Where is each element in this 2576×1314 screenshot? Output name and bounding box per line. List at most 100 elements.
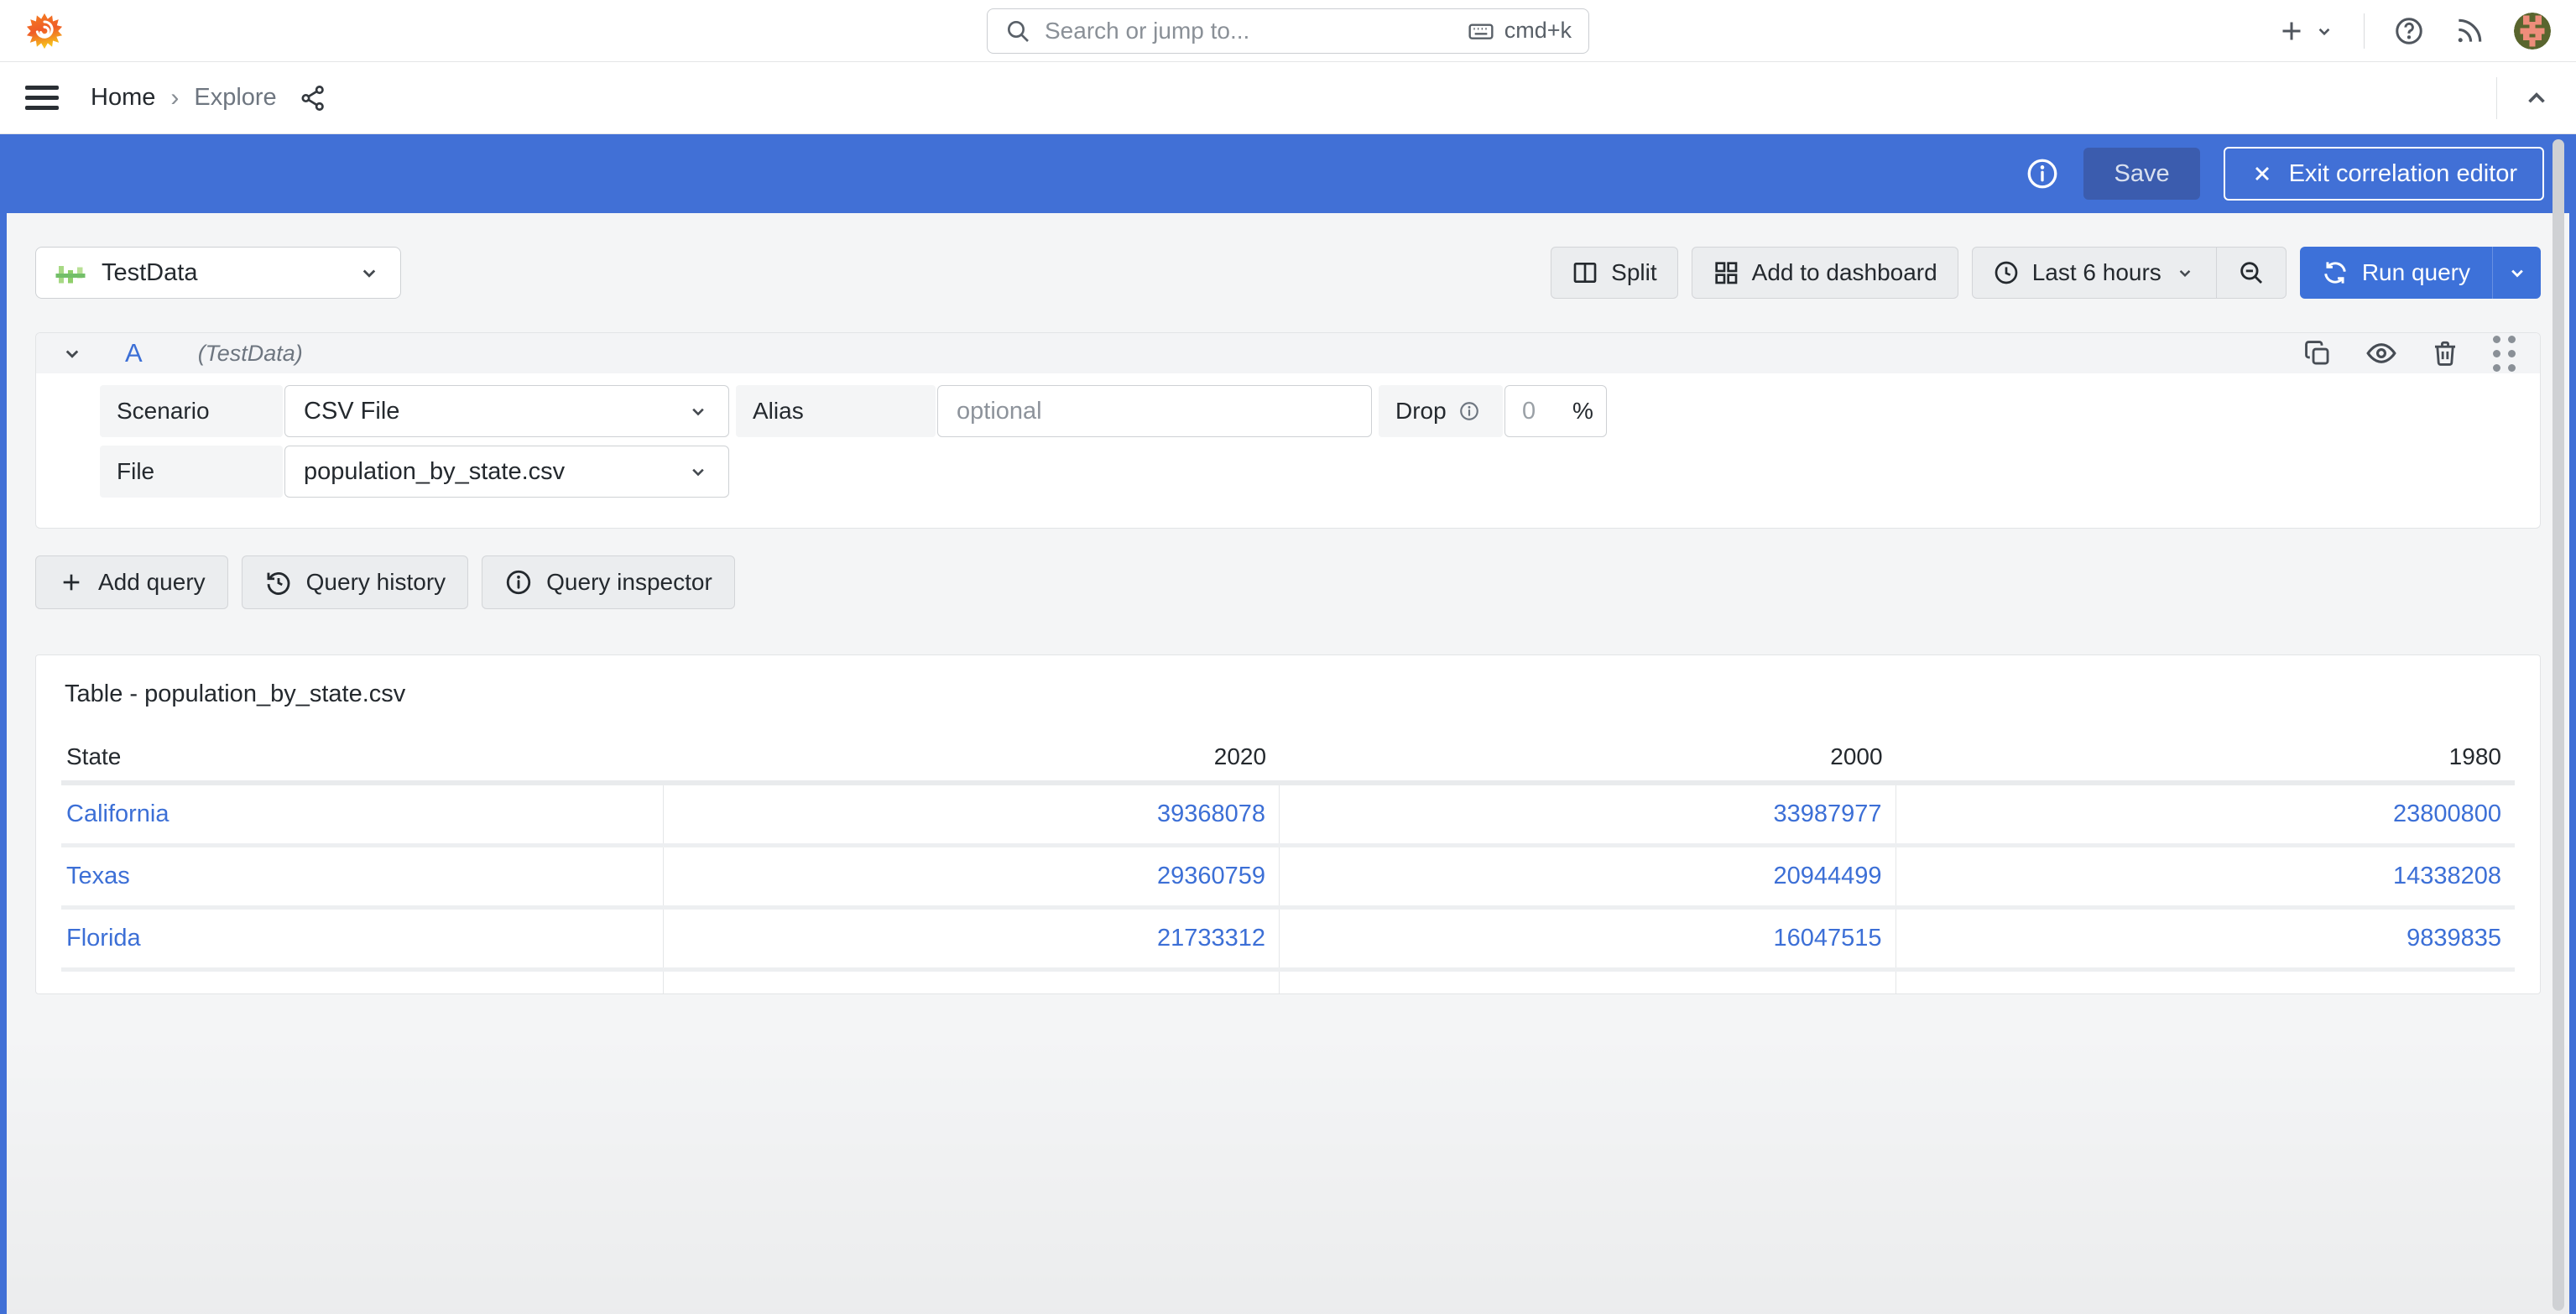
cell-state[interactable]: California	[61, 785, 664, 843]
query-inspector-button[interactable]: Query inspector	[482, 555, 735, 609]
user-avatar[interactable]	[2514, 12, 2551, 50]
explore-toolbar: TestData Split Add to dashboard Last 6 h…	[35, 213, 2541, 299]
cell-state[interactable]: Texas	[61, 847, 664, 905]
explore-pane: TestData Split Add to dashboard Last 6 h…	[0, 213, 2576, 1314]
cell-2020[interactable]: 21733312	[664, 910, 1280, 967]
cell-2020[interactable]: 29360759	[664, 847, 1280, 905]
table-row: Florida 21733312 16047515 9839835	[61, 910, 2515, 972]
table-row: Texas 29360759 20944499 14338208	[61, 847, 2515, 910]
drop-field: Drop %	[1379, 385, 1607, 437]
chevron-down-icon	[686, 460, 710, 483]
share-icon[interactable]	[299, 84, 327, 112]
table-header-row: State 2020 2000 1980	[61, 733, 2515, 785]
close-icon	[2250, 162, 2274, 185]
query-editor-body: Scenario CSV File Alias optional Drop 0 …	[36, 373, 2540, 528]
datasource-name: TestData	[102, 258, 198, 286]
column-header-1980[interactable]: 1980	[1896, 733, 2515, 780]
run-query-group: Run query	[2299, 247, 2541, 299]
cell-2000[interactable]: 20944499	[1280, 847, 1896, 905]
scenario-field: Scenario CSV File	[100, 385, 729, 437]
top-nav: cmd+k	[0, 0, 2576, 62]
column-header-2000[interactable]: 2000	[1280, 733, 1896, 780]
cell-2000[interactable]: 33987977	[1280, 785, 1896, 843]
duplicate-query-icon[interactable]	[2303, 339, 2332, 368]
keyboard-icon	[1468, 18, 1494, 44]
alias-label: Alias	[736, 385, 936, 437]
drop-percent-input[interactable]	[1520, 396, 1564, 426]
split-button[interactable]: Split	[1551, 247, 1678, 299]
file-select[interactable]: population_by_state.csv	[284, 446, 729, 498]
run-query-dropdown[interactable]	[2492, 247, 2541, 299]
datasource-picker[interactable]: TestData	[35, 247, 401, 299]
column-header-state[interactable]: State	[61, 733, 664, 780]
apps-icon	[1713, 259, 1739, 286]
collapse-top-icon[interactable]	[2496, 76, 2551, 119]
cell-2020[interactable]: 39368078	[664, 785, 1280, 843]
query-editor-header: A (TestData)	[36, 333, 2540, 373]
search-shortcut: cmd+k	[1468, 18, 1572, 44]
info-icon	[504, 568, 533, 597]
drop-percent-field: %	[1504, 385, 1607, 437]
column-header-2020[interactable]: 2020	[664, 733, 1280, 780]
zoom-out-time-button[interactable]	[2215, 247, 2287, 299]
menu-icon[interactable]	[25, 86, 59, 110]
query-actions: Add query Query history Query inspector	[35, 555, 2541, 609]
table-footer-stub	[61, 972, 2515, 993]
help-icon[interactable]	[2393, 15, 2425, 47]
drag-handle-icon[interactable]	[2493, 335, 2516, 372]
collapse-query-icon[interactable]	[60, 341, 85, 366]
time-picker-group: Last 6 hours	[1971, 247, 2287, 299]
query-datasource-hint: (TestData)	[197, 340, 303, 366]
cell-2000[interactable]: 16047515	[1280, 910, 1896, 967]
correlation-banner: Save Exit correlation editor	[0, 134, 2576, 213]
breadcrumb-separator: ›	[170, 83, 180, 112]
chevron-down-icon	[357, 260, 382, 285]
grafana-logo-icon[interactable]	[25, 12, 64, 50]
scenario-select[interactable]: CSV File	[284, 385, 729, 437]
data-table: State 2020 2000 1980 California 39368078…	[61, 733, 2515, 993]
add-query-button[interactable]: Add query	[35, 555, 228, 609]
run-query-button[interactable]: Run query	[2299, 247, 2492, 299]
info-icon[interactable]	[1458, 400, 1480, 422]
drop-label: Drop	[1379, 385, 1503, 437]
alias-field: Alias	[736, 385, 1372, 437]
exit-correlation-editor-button[interactable]: Exit correlation editor	[2223, 147, 2544, 201]
plus-icon	[58, 569, 85, 596]
search-input[interactable]	[1043, 16, 1456, 45]
file-field: File population_by_state.csv	[100, 446, 729, 498]
nav-divider	[2364, 13, 2365, 49]
table-panel: Table - population_by_state.csv State 20…	[35, 654, 2541, 994]
split-icon	[1572, 259, 1598, 286]
query-history-button[interactable]: Query history	[241, 555, 469, 609]
file-label: File	[100, 446, 283, 498]
percent-suffix: %	[1572, 398, 1593, 424]
toggle-visibility-icon[interactable]	[2365, 337, 2397, 369]
delete-query-icon[interactable]	[2431, 339, 2459, 368]
chevron-down-icon	[2174, 262, 2196, 284]
breadcrumb-current: Explore	[194, 84, 277, 111]
add-to-dashboard-button[interactable]: Add to dashboard	[1691, 247, 1958, 299]
scenario-label: Scenario	[100, 385, 283, 437]
new-menu-button[interactable]	[2276, 16, 2335, 46]
breadcrumb: Home › Explore	[91, 84, 277, 112]
info-icon[interactable]	[2025, 156, 2060, 191]
clock-icon	[1993, 259, 2020, 286]
breadcrumb-bar: Home › Explore	[0, 62, 2576, 134]
cell-1980[interactable]: 9839835	[1896, 910, 2515, 967]
save-button[interactable]: Save	[2083, 148, 2200, 200]
cell-state[interactable]: Florida	[61, 910, 664, 967]
panel-title: Table - population_by_state.csv	[65, 680, 406, 707]
global-search[interactable]: cmd+k	[987, 8, 1589, 54]
breadcrumb-home[interactable]: Home	[91, 84, 155, 112]
time-range-button[interactable]: Last 6 hours	[1971, 247, 2217, 299]
alias-input[interactable]	[937, 385, 1372, 437]
chevron-down-icon	[686, 399, 710, 423]
cell-1980[interactable]: 14338208	[1896, 847, 2515, 905]
cell-1980[interactable]: 23800800	[1896, 785, 2515, 843]
history-icon	[264, 568, 293, 597]
news-icon[interactable]	[2453, 15, 2485, 47]
sync-icon	[2322, 259, 2349, 286]
vertical-scrollbar[interactable]	[2553, 139, 2564, 1311]
query-editor: A (TestData) Scenario CSV File Alias opt…	[35, 332, 2541, 529]
query-ref-id: A	[125, 338, 143, 368]
